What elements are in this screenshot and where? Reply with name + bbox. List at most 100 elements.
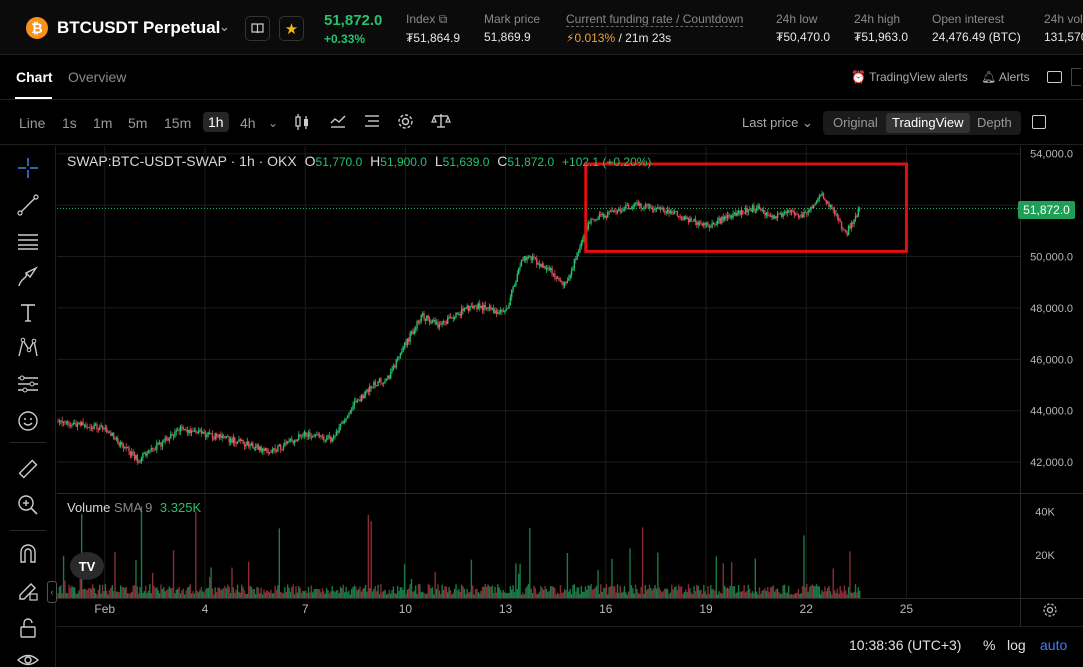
candle-body (352, 405, 354, 410)
book-icon[interactable] (245, 16, 270, 41)
smiley-icon[interactable] (16, 409, 40, 433)
horizontal-lines-icon[interactable] (16, 229, 40, 253)
candle-body (487, 307, 489, 309)
timeframe-chevron-down-icon[interactable]: ⌄ (268, 116, 278, 130)
timeframe-4h[interactable]: 4h (240, 115, 256, 131)
favorite-star-icon[interactable]: ★ (279, 16, 304, 41)
crosshair-icon[interactable] (16, 156, 40, 180)
list-settings-icon[interactable] (364, 113, 380, 133)
funding-rate-stat[interactable]: Current funding rate / Countdown ⚡0.013%… (566, 12, 744, 45)
chevron-down-icon[interactable]: ⌄ (219, 19, 230, 35)
volume-bar (430, 588, 432, 598)
price-source-select[interactable]: Last price ⌄ (742, 115, 813, 131)
volume-bar (192, 591, 194, 598)
candle-body (683, 216, 686, 220)
lock-icon[interactable] (16, 616, 40, 640)
eye-icon[interactable] (16, 648, 40, 667)
volume-bar (138, 593, 140, 598)
volume-bar (526, 586, 528, 598)
log-scale-toggle[interactable]: log (1007, 637, 1026, 653)
tradingview-logo[interactable]: TV (70, 552, 104, 580)
volume-bar (502, 590, 505, 598)
clock-timezone[interactable]: 10:38:36 (UTC+3) (849, 637, 961, 653)
candle-body (577, 252, 580, 254)
view-tradingview[interactable]: TradingView (886, 113, 970, 133)
chart-view-switch: Original TradingView Depth (823, 111, 1021, 135)
pattern-tool-icon[interactable] (16, 336, 40, 360)
brush-icon[interactable] (16, 265, 40, 289)
candle-body (836, 213, 839, 218)
active-tab-underline (15, 97, 52, 99)
panel-edge-handle[interactable] (1071, 68, 1081, 86)
volume-bar (183, 594, 186, 598)
alerts-button[interactable]: 🔔︎ Alerts (981, 70, 1030, 84)
candle-type-icon[interactable] (294, 113, 310, 135)
candle-body (672, 213, 674, 214)
volume-bar (472, 585, 474, 598)
price-change: +0.33% (324, 32, 366, 46)
tab-chart[interactable]: Chart (16, 69, 53, 85)
index-price-stat[interactable]: Index ⧉ ₮51,864.9 (406, 12, 460, 45)
volume-bar (462, 586, 464, 598)
timeframe-line[interactable]: Line (19, 115, 45, 131)
view-depth[interactable]: Depth (977, 115, 1012, 130)
candle-body (511, 290, 513, 298)
timeframe-1m[interactable]: 1m (93, 115, 112, 131)
volume-bar (708, 593, 711, 598)
candle-body (843, 229, 846, 231)
collapse-toolbar-chevron-icon[interactable]: ‹ (47, 581, 57, 603)
candle-body (181, 426, 183, 428)
candle-body (451, 317, 453, 319)
timeframe-5m[interactable]: 5m (128, 115, 147, 131)
tab-overview[interactable]: Overview (68, 69, 126, 85)
tradingview-alerts-button[interactable]: ⏰ TradingView alerts (851, 70, 968, 84)
candle-body (58, 420, 61, 422)
candle-body (743, 212, 745, 214)
candle-body (526, 257, 528, 261)
candle-body (298, 434, 300, 440)
volume-bar (810, 585, 812, 598)
trend-line-icon[interactable] (16, 193, 40, 217)
candle-body (477, 303, 480, 310)
candle-body (78, 422, 80, 425)
volume-bar (762, 589, 765, 598)
external-link-icon[interactable]: ⧉ (439, 12, 448, 26)
view-original[interactable]: Original (833, 115, 878, 130)
pencil-lock-icon[interactable] (16, 579, 40, 603)
chart-settings-gear-icon[interactable] (1042, 602, 1058, 618)
auto-scale-toggle[interactable]: auto (1040, 637, 1067, 653)
layout-icon[interactable] (1047, 71, 1062, 83)
volume-bar (289, 592, 292, 598)
candle-body (537, 263, 539, 265)
candle-body (339, 423, 342, 428)
magnet-icon[interactable] (16, 542, 40, 566)
indicators-icon[interactable] (330, 113, 346, 133)
volume-bar (214, 587, 216, 598)
volume-bar (583, 591, 585, 598)
candle-body (519, 266, 521, 268)
candle-body (597, 217, 599, 220)
ruler-icon[interactable] (16, 457, 40, 481)
timeframe-1h[interactable]: 1h (203, 112, 229, 132)
candle-body (755, 208, 758, 211)
candle-body (142, 453, 144, 459)
fullscreen-icon[interactable] (1032, 115, 1046, 129)
candle-body (157, 442, 159, 444)
volume-bar (648, 584, 651, 598)
percent-scale-toggle[interactable]: % (983, 637, 995, 653)
candle-body (186, 430, 189, 433)
timeframe-15m[interactable]: 15m (164, 115, 191, 131)
chart-area[interactable]: 42,000.0 44,000.0 46,000.0 48,000.0 50,000.0… (57, 146, 1083, 667)
price-chart[interactable]: 42,000.0 44,000.0 46,000.0 48,000.0 50,000.0… (57, 146, 1083, 667)
candle-body (112, 432, 115, 439)
timeframe-1s[interactable]: 1s (62, 115, 77, 131)
candle-body (69, 425, 72, 427)
volume-bar (602, 587, 605, 598)
volume-bar (609, 585, 612, 598)
measure-settings-icon[interactable] (16, 372, 40, 396)
zoom-in-icon[interactable] (16, 493, 40, 517)
text-tool-icon[interactable] (16, 301, 40, 325)
symbol-title[interactable]: BTCUSDT Perpetual (57, 18, 220, 38)
gear-icon[interactable] (397, 113, 414, 134)
scale-balance-icon[interactable] (431, 113, 451, 133)
